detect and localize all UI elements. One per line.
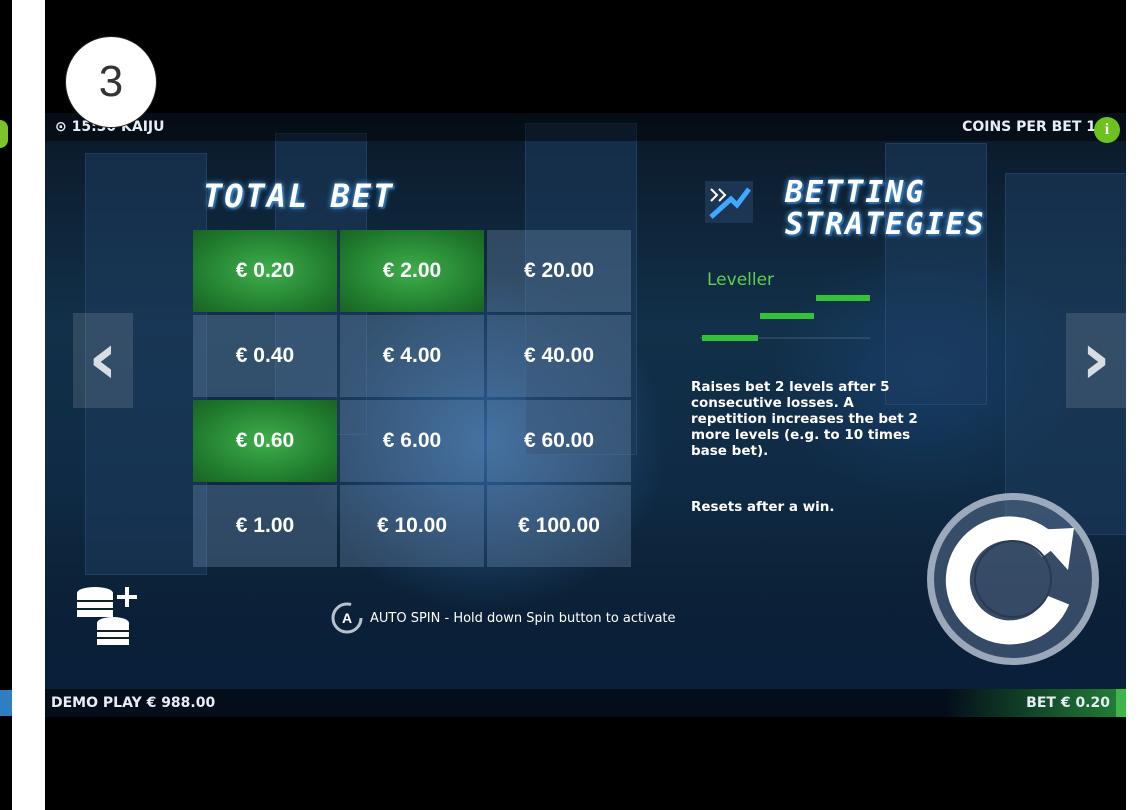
bet-option-button[interactable]: € 1.00 — [193, 485, 337, 567]
coins-stack-plus-icon[interactable] — [73, 583, 143, 653]
bet-option-button[interactable]: € 0.20 — [193, 230, 337, 312]
bet-option-button[interactable]: € 100.00 — [487, 485, 631, 567]
strategies-title-line1: BETTING — [785, 175, 926, 210]
spin-arrow-icon — [945, 516, 1074, 645]
balance-label: DEMO PLAY € 988.00 — [51, 695, 216, 711]
strategy-trend-icon — [705, 181, 753, 223]
bet-bar-edge — [1116, 689, 1126, 717]
bet-option-button[interactable]: € 6.00 — [340, 400, 484, 482]
top-status-bar: ⊙ 15:50 KAIJU COINS PER BET 1 i — [45, 113, 1126, 143]
bet-option-button[interactable]: € 0.40 — [193, 315, 337, 397]
game-scene: ⊙ 15:50 KAIJU COINS PER BET 1 i TOTAL BE… — [45, 113, 1126, 717]
step-level-2 — [760, 313, 814, 319]
adjacent-info-icon-edge — [0, 120, 8, 148]
bet-option-button[interactable]: € 20.00 — [487, 230, 631, 312]
bottom-status-bar: DEMO PLAY € 988.00 BET € 0.20 — [45, 689, 1126, 717]
total-bet-title: TOTAL BET — [203, 177, 395, 215]
game-frame: 3 ⊙ 15:50 KAIJU COINS PER BET 1 i TOTAL … — [45, 0, 1126, 810]
autospin-icon: A — [331, 602, 363, 634]
previous-page-button[interactable]: ‹ — [73, 313, 133, 408]
spin-button[interactable] — [927, 493, 1099, 665]
bet-option-button[interactable]: € 60.00 — [487, 400, 631, 482]
bet-option-button[interactable]: € 0.60 — [193, 400, 337, 482]
leveller-step-chart — [700, 295, 870, 341]
adjacent-bar-edge — [0, 690, 12, 716]
next-page-button[interactable]: › — [1066, 313, 1126, 408]
strategy-description: Raises bet 2 levels after 5 consecutive … — [691, 379, 918, 459]
bet-option-button[interactable]: € 10.00 — [340, 485, 484, 567]
strategy-reset-note: Resets after a win. — [691, 499, 835, 515]
step-level-1 — [702, 335, 758, 341]
svg-text:A: A — [342, 610, 352, 626]
current-bet-label: BET € 0.20 — [1026, 695, 1110, 711]
bet-option-button[interactable]: € 2.00 — [340, 230, 484, 312]
strategies-title-line2: STRATEGIES — [785, 207, 986, 242]
current-bet-display: BET € 0.20 — [946, 689, 1126, 717]
bet-option-button[interactable]: € 4.00 — [340, 315, 484, 397]
coins-per-bet-label: COINS PER BET 1 — [962, 119, 1096, 135]
bet-option-button[interactable]: € 40.00 — [487, 315, 631, 397]
adjacent-screen-edge — [0, 0, 12, 810]
total-bet-grid: € 0.20 € 2.00 € 20.00 € 0.40 € 4.00 € 40.00 € … — [193, 230, 637, 567]
step-number-badge: 3 — [65, 36, 157, 128]
step-level-3 — [816, 295, 870, 301]
betting-strategies-title: BETTING STRATEGIES — [785, 177, 986, 241]
autospin-text: AUTO SPIN - Hold down Spin button to act… — [370, 611, 676, 626]
info-icon[interactable]: i — [1094, 117, 1120, 143]
